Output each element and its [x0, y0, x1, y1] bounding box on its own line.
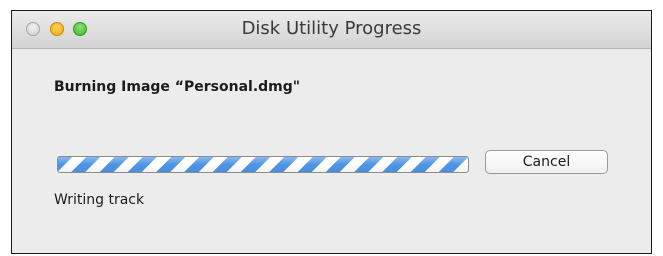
status-text: Writing track — [54, 192, 145, 208]
progress-window: Disk Utility Progress Burning Image “Per… — [11, 10, 652, 254]
progress-bar — [57, 156, 469, 173]
title-bar[interactable]: Disk Utility Progress — [12, 11, 651, 49]
task-heading: Burning Image “Personal.dmg" — [54, 79, 301, 95]
window-title: Disk Utility Progress — [241, 18, 422, 39]
progress-bar-fill — [58, 157, 468, 172]
cancel-button[interactable]: Cancel — [485, 150, 608, 174]
